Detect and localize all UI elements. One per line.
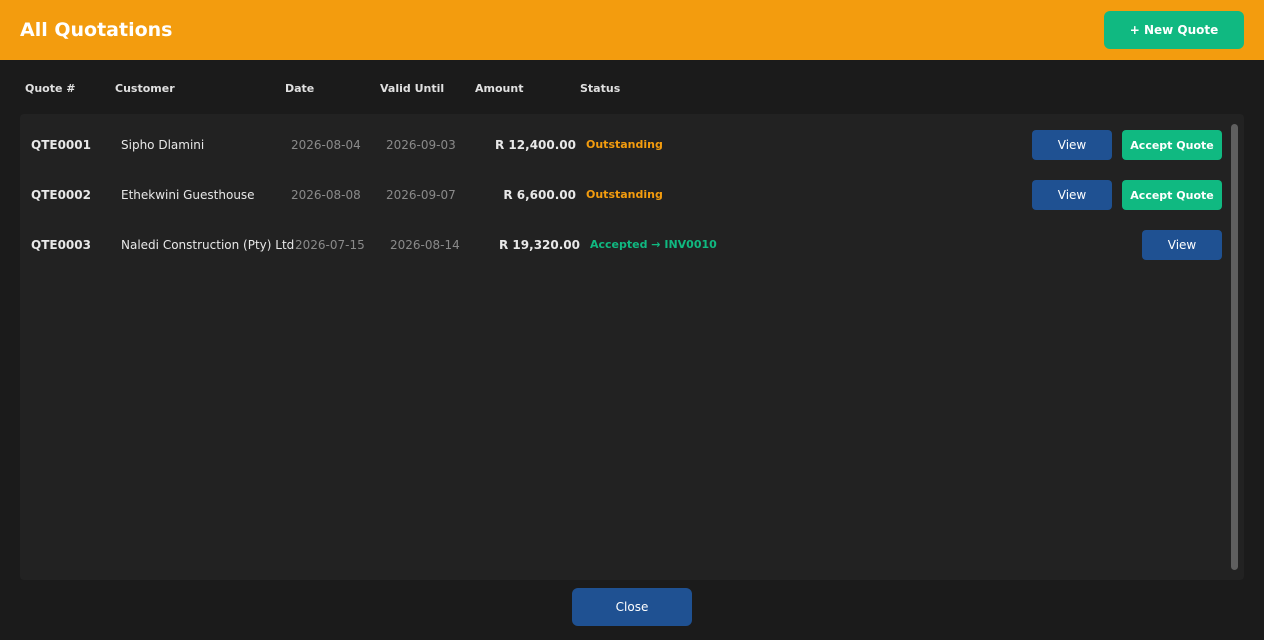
- quote-amount: R 12,400.00: [495, 138, 576, 152]
- header-bar: All Quotations + New Quote: [0, 0, 1264, 60]
- status-badge: Outstanding: [586, 138, 663, 151]
- customer-name: Sipho Dlamini: [121, 138, 205, 152]
- accept-quote-button[interactable]: Accept Quote: [1122, 180, 1222, 210]
- valid-until-date: 2026-08-14: [390, 238, 460, 252]
- view-button[interactable]: View: [1032, 130, 1112, 160]
- quote-date: 2026-08-08: [291, 188, 361, 202]
- close-button[interactable]: Close: [572, 588, 692, 626]
- quote-number: QTE0002: [31, 188, 91, 202]
- view-button[interactable]: View: [1032, 180, 1112, 210]
- quote-date: 2026-08-04: [291, 138, 361, 152]
- table-row: QTE0002 Ethekwini Guesthouse 2026-08-08 …: [20, 180, 1222, 210]
- status-badge: Outstanding: [586, 188, 663, 201]
- quote-date: 2026-07-15: [295, 238, 365, 252]
- list-scrollbar[interactable]: [1231, 124, 1238, 570]
- accept-quote-button[interactable]: Accept Quote: [1122, 130, 1222, 160]
- page-title: All Quotations: [20, 19, 173, 41]
- table-row: QTE0001 Sipho Dlamini 2026-08-04 2026-09…: [20, 130, 1222, 160]
- view-button[interactable]: View: [1142, 230, 1222, 260]
- quote-amount: R 6,600.00: [503, 188, 576, 202]
- new-quote-button[interactable]: + New Quote: [1104, 11, 1244, 49]
- column-header-valid-until: Valid Until: [380, 82, 445, 95]
- quote-number: QTE0003: [31, 238, 91, 252]
- valid-until-date: 2026-09-03: [386, 138, 456, 152]
- valid-until-date: 2026-09-07: [386, 188, 456, 202]
- column-header-customer: Customer: [115, 82, 175, 95]
- column-header-status: Status: [580, 82, 621, 95]
- column-header-quote-number: Quote #: [25, 82, 76, 95]
- customer-name: Ethekwini Guesthouse: [121, 188, 255, 202]
- quote-amount: R 19,320.00: [499, 238, 580, 252]
- column-header-amount: Amount: [475, 82, 524, 95]
- column-header-date: Date: [285, 82, 315, 95]
- table-row: QTE0003 Naledi Construction (Pty) Ltd 20…: [20, 230, 1222, 260]
- status-badge: Accepted → INV0010: [590, 238, 717, 251]
- customer-name: Naledi Construction (Pty) Ltd: [121, 238, 295, 252]
- quote-number: QTE0001: [31, 138, 91, 152]
